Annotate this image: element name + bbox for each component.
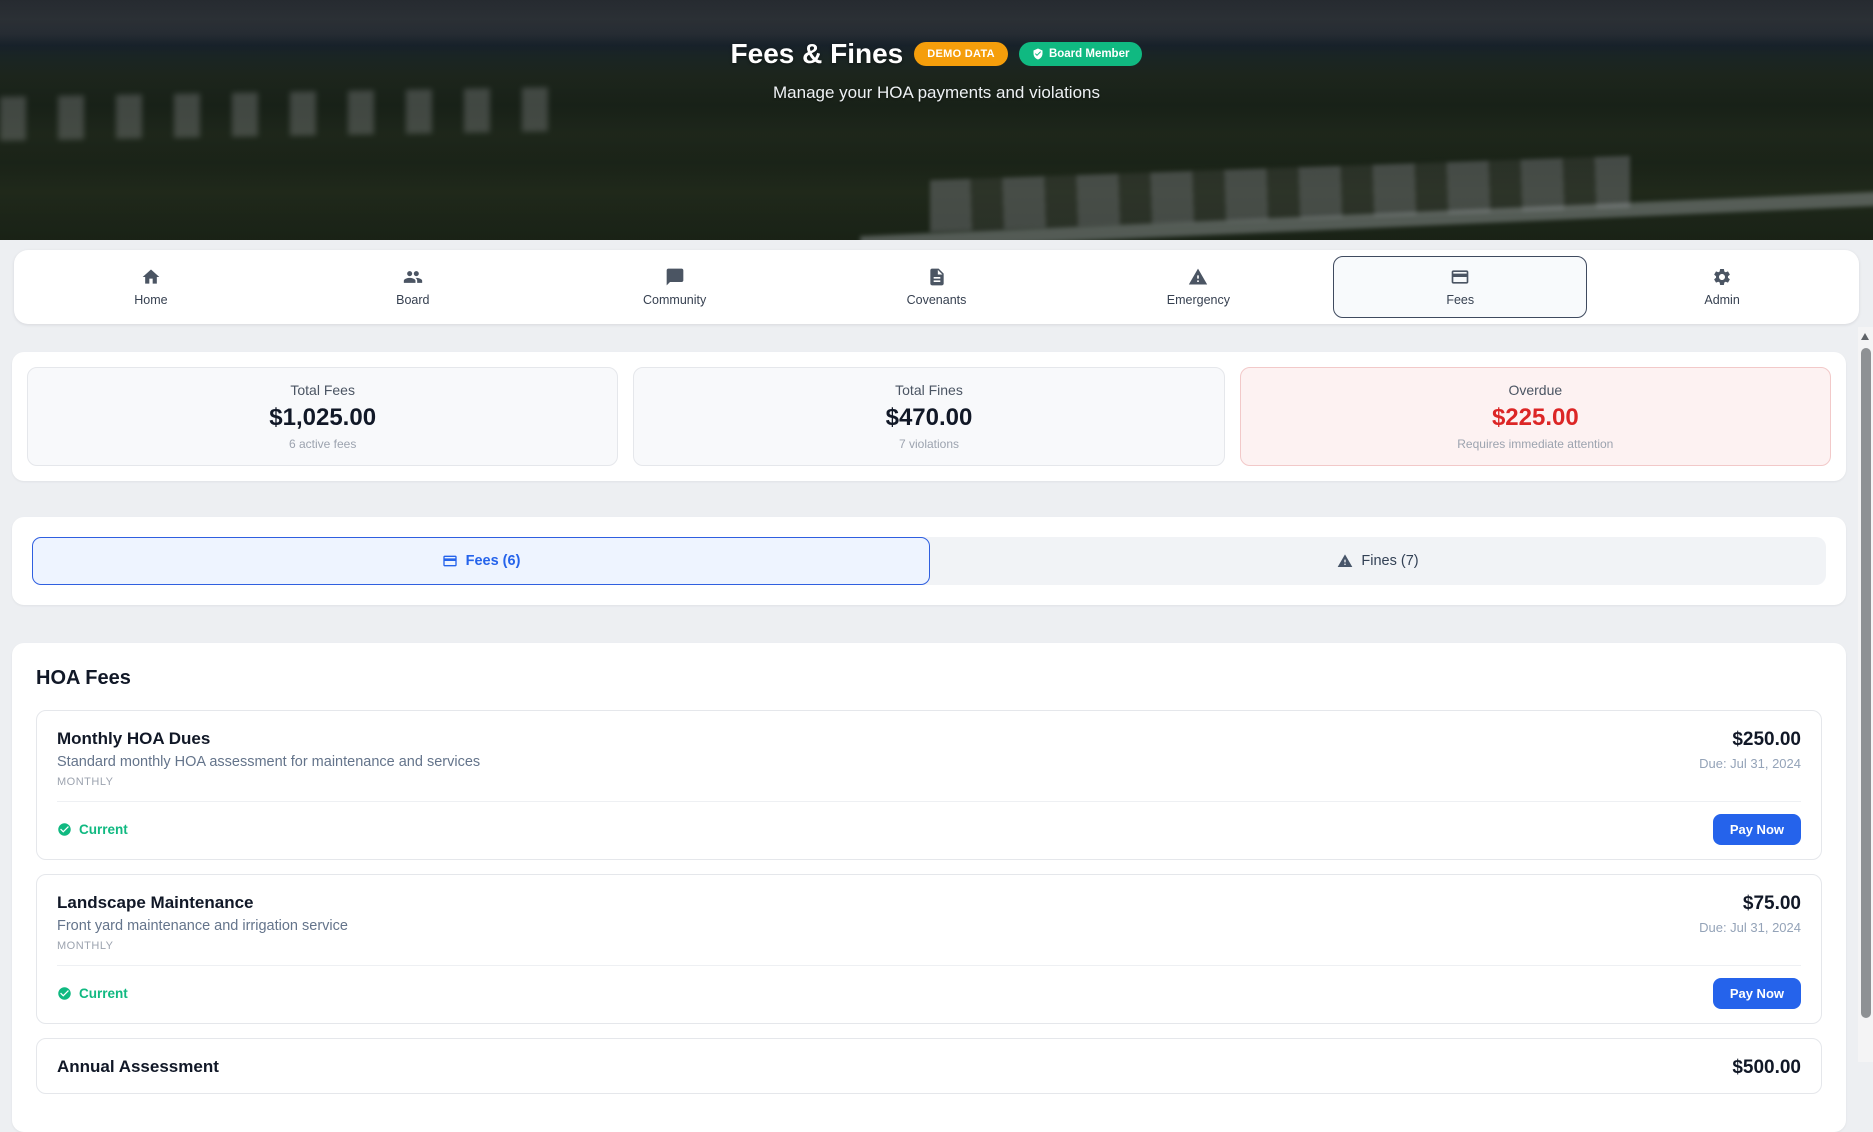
hoa-fees-panel: HOA Fees Monthly HOA Dues Standard month… [12, 643, 1846, 1132]
fee-amount: $500.00 [1732, 1057, 1801, 1079]
stat-value: $1,025.00 [38, 404, 607, 432]
fee-description: Standard monthly HOA assessment for main… [57, 754, 480, 770]
nav-item-board[interactable]: Board [286, 256, 540, 318]
check-circle-icon [57, 822, 72, 837]
credit-card-icon [442, 553, 458, 569]
fee-due-date: Due: Jul 31, 2024 [1699, 920, 1801, 935]
shield-icon [1032, 48, 1044, 60]
page-subtitle: Manage your HOA payments and violations [0, 83, 1873, 103]
tab-fees[interactable]: Fees (6) [32, 537, 930, 585]
scrollbar[interactable] [1858, 327, 1873, 1062]
credit-card-icon [1450, 267, 1470, 287]
fee-amount-block: $75.00 Due: Jul 31, 2024 [1699, 893, 1801, 935]
nav-item-fees[interactable]: Fees [1333, 256, 1587, 318]
pay-now-button[interactable]: Pay Now [1713, 978, 1801, 1009]
status-label: Current [79, 822, 128, 837]
section-heading: HOA Fees [36, 667, 1822, 690]
nav-item-home[interactable]: Home [24, 256, 278, 318]
fee-title: Annual Assessment [57, 1057, 219, 1077]
fee-description: Front yard maintenance and irrigation se… [57, 918, 348, 934]
nav-item-label: Fees [1446, 293, 1474, 307]
nav-item-label: Community [643, 293, 706, 307]
stat-value: $470.00 [644, 404, 1213, 432]
divider [57, 801, 1801, 802]
board-member-badge: Board Member [1019, 42, 1143, 66]
nav-item-covenants[interactable]: Covenants [810, 256, 1064, 318]
nav-item-community[interactable]: Community [548, 256, 802, 318]
fee-due-date: Due: Jul 31, 2024 [1699, 756, 1801, 771]
main-content: Total Fees $1,025.00 6 active fees Total… [12, 352, 1846, 1132]
document-icon [927, 267, 947, 287]
fees-fines-tabs-panel: Fees (6) Fines (7) [12, 517, 1846, 605]
warning-icon [1337, 553, 1353, 569]
fee-info: Landscape Maintenance Front yard mainten… [57, 893, 348, 952]
stat-label: Total Fines [644, 382, 1213, 398]
status-badge: Current [57, 986, 128, 1001]
hero-content: Fees & Fines DEMO DATA Board Member Mana… [0, 0, 1873, 103]
stat-card-total-fees: Total Fees $1,025.00 6 active fees [27, 367, 618, 466]
demo-data-badge: DEMO DATA [914, 42, 1008, 66]
home-icon [141, 267, 161, 287]
stat-label: Total Fees [38, 382, 607, 398]
summary-stats: Total Fees $1,025.00 6 active fees Total… [12, 352, 1846, 481]
gear-icon [1712, 267, 1732, 287]
stat-subtext: Requires immediate attention [1251, 437, 1820, 451]
status-badge: Current [57, 822, 128, 837]
fee-amount-block: $500.00 [1732, 1057, 1801, 1079]
divider [57, 965, 1801, 966]
fee-title: Monthly HOA Dues [57, 729, 480, 749]
stat-value: $225.00 [1251, 404, 1820, 432]
check-circle-icon [57, 986, 72, 1001]
stat-card-overdue: Overdue $225.00 Requires immediate atten… [1240, 367, 1831, 466]
tab-fees-label: Fees (6) [466, 553, 521, 569]
warning-icon [1188, 267, 1208, 287]
fee-frequency: MONTHLY [57, 940, 348, 952]
page-title: Fees & Fines [731, 38, 904, 70]
stat-label: Overdue [1251, 382, 1820, 398]
fee-info: Annual Assessment [57, 1057, 219, 1077]
fee-card-landscape-maintenance: Landscape Maintenance Front yard mainten… [36, 874, 1822, 1024]
nav-item-emergency[interactable]: Emergency [1071, 256, 1325, 318]
nav-item-label: Board [396, 293, 429, 307]
fee-info: Monthly HOA Dues Standard monthly HOA as… [57, 729, 480, 788]
main-navigation: Home Board Community Covenants Emergency… [14, 250, 1859, 324]
fee-card-monthly-hoa-dues: Monthly HOA Dues Standard monthly HOA as… [36, 710, 1822, 860]
fee-title: Landscape Maintenance [57, 893, 348, 913]
pay-now-button[interactable]: Pay Now [1713, 814, 1801, 845]
nav-item-label: Home [134, 293, 167, 307]
fee-amount: $75.00 [1699, 893, 1801, 915]
scrollbar-thumb[interactable] [1861, 348, 1871, 1018]
nav-item-admin[interactable]: Admin [1595, 256, 1849, 318]
nav-item-label: Covenants [907, 293, 967, 307]
nav-item-label: Admin [1704, 293, 1739, 307]
stat-subtext: 6 active fees [38, 437, 607, 451]
board-member-badge-label: Board Member [1049, 48, 1130, 60]
fee-card-annual-assessment: Annual Assessment $500.00 [36, 1038, 1822, 1094]
tab-fines-label: Fines (7) [1361, 553, 1418, 569]
tab-strip: Fees (6) Fines (7) [32, 537, 1826, 585]
stat-card-total-fines: Total Fines $470.00 7 violations [633, 367, 1224, 466]
chat-bubble-icon [665, 267, 685, 287]
nav-item-label: Emergency [1167, 293, 1230, 307]
people-icon [403, 267, 423, 287]
hero-banner: Fees & Fines DEMO DATA Board Member Mana… [0, 0, 1873, 240]
status-label: Current [79, 986, 128, 1001]
stat-subtext: 7 violations [644, 437, 1213, 451]
scrollbar-up-arrow[interactable] [1861, 333, 1869, 340]
fee-frequency: MONTHLY [57, 776, 480, 788]
tab-fines[interactable]: Fines (7) [930, 537, 1826, 585]
fee-amount-block: $250.00 Due: Jul 31, 2024 [1699, 729, 1801, 771]
fee-amount: $250.00 [1699, 729, 1801, 751]
